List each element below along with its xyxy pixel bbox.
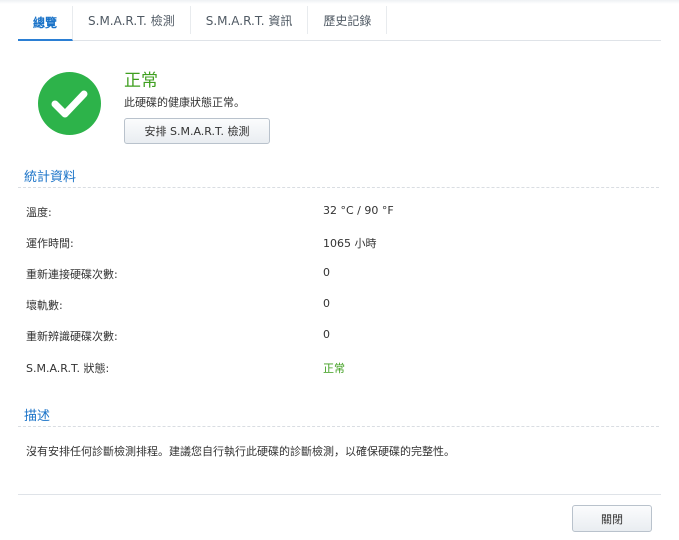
temperature-label: 溫度: bbox=[26, 206, 52, 219]
power-on-time-label: 運作時間: bbox=[26, 237, 74, 250]
footer-divider bbox=[18, 494, 661, 495]
tab-history[interactable]: 歷史記錄 bbox=[308, 6, 388, 34]
reidentify-count-label: 重新辨識硬碟次數: bbox=[26, 330, 118, 343]
reidentify-count-value: 0 bbox=[323, 328, 330, 341]
temperature-value: 32 °C / 90 °F bbox=[323, 204, 394, 217]
power-on-time-value: 1065 小時 bbox=[323, 237, 377, 250]
tab-bar: 總覽 S.M.A.R.T. 檢測 S.M.A.R.T. 資訊 歷史記錄 bbox=[18, 0, 661, 41]
schedule-smart-test-button[interactable]: 安排 S.M.A.R.T. 檢測 bbox=[124, 118, 270, 144]
tab-overview[interactable]: 總覽 bbox=[18, 6, 74, 41]
reconnect-count-value: 0 bbox=[323, 266, 330, 279]
tab-smart-test[interactable]: S.M.A.R.T. 檢測 bbox=[73, 6, 191, 34]
description-section-title: 描述 bbox=[24, 409, 51, 424]
smart-status-value: 正常 bbox=[323, 362, 345, 375]
tab-smart-info[interactable]: S.M.A.R.T. 資訊 bbox=[191, 6, 309, 34]
check-circle-icon bbox=[38, 72, 101, 135]
close-button[interactable]: 關閉 bbox=[572, 505, 652, 532]
health-status-description: 此硬碟的健康狀態正常。 bbox=[124, 96, 245, 109]
reconnect-count-label: 重新連接硬碟次數: bbox=[26, 268, 118, 281]
description-text: 沒有安排任何診斷檢測排程。建議您自行執行此硬碟的診斷檢測，以確保硬碟的完整性。 bbox=[26, 445, 455, 458]
statistics-section-title: 統計資料 bbox=[24, 170, 77, 185]
bad-sector-count-value: 0 bbox=[323, 297, 330, 310]
health-status-title: 正常 bbox=[124, 71, 158, 91]
smart-status-label: S.M.A.R.T. 狀態: bbox=[26, 362, 110, 375]
description-divider bbox=[18, 426, 659, 427]
statistics-divider bbox=[18, 187, 659, 188]
bad-sector-count-label: 壞軌數: bbox=[26, 299, 63, 312]
